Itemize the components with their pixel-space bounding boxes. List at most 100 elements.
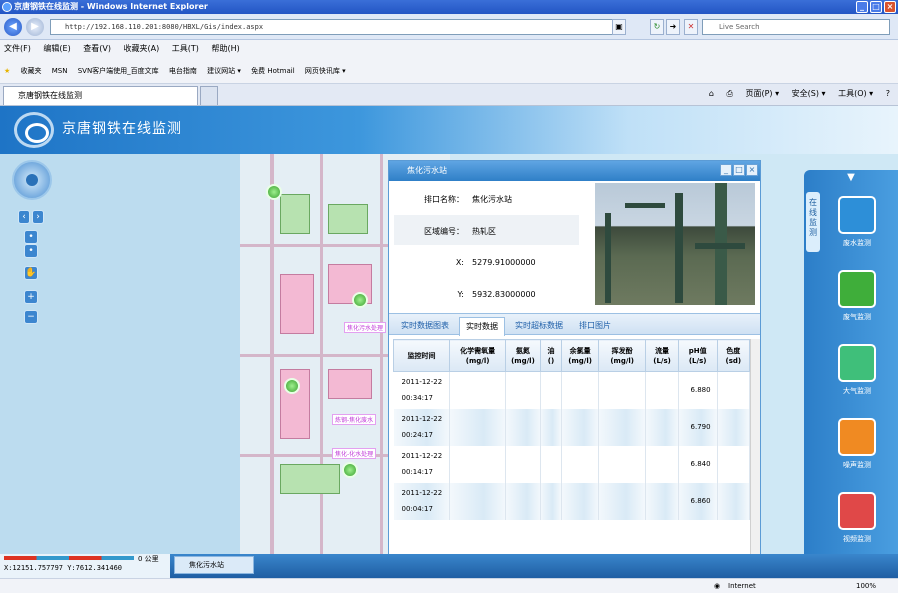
- go-icon[interactable]: ➜: [666, 19, 680, 35]
- pan-right-button[interactable]: ›: [32, 210, 44, 224]
- zoom-in-icon[interactable]: +: [24, 290, 38, 304]
- tab-bar: 京唐钢铁在线监测 ⌂ ⎙ 页面(P) ▾ 安全(S) ▾ 工具(O) ▾ ?: [0, 84, 898, 106]
- menu-view[interactable]: 查看(V): [83, 44, 111, 53]
- pan-hand-icon[interactable]: ✋: [24, 266, 38, 280]
- menu-help[interactable]: 帮助(H): [211, 44, 239, 53]
- collapse-arrow-icon[interactable]: ▼: [804, 170, 898, 186]
- tab-outlet-photo[interactable]: 排口图片: [573, 317, 617, 336]
- fav-radio[interactable]: 电台指南: [169, 67, 197, 75]
- star-icon: ★: [4, 67, 11, 75]
- minimize-button[interactable]: _: [856, 1, 868, 13]
- fav-webslice[interactable]: 网页快讯库 ▾: [305, 67, 346, 75]
- popup-minimize-button[interactable]: _: [720, 164, 732, 176]
- waste-gas-label[interactable]: 废气监测: [830, 312, 884, 322]
- ie-logo-icon: [2, 2, 12, 12]
- monitor-point-marker[interactable]: [352, 292, 368, 308]
- address-input[interactable]: http://192.168.110.201:8080/HBXL/Gis/ind…: [50, 19, 625, 35]
- app-header: 京唐钢铁在线监测: [0, 106, 898, 154]
- popup-close-button[interactable]: ×: [746, 164, 758, 176]
- internet-zone-icon: ◉: [714, 582, 721, 590]
- table-row[interactable]: 2011-12-22 00:14:17 6.840: [393, 445, 751, 483]
- zoom-level[interactable]: 100%: [856, 579, 876, 593]
- menu-file[interactable]: 文件(F): [4, 44, 31, 53]
- forward-button[interactable]: ▶: [26, 18, 44, 36]
- pan-control[interactable]: [12, 160, 52, 200]
- monitor-point-marker[interactable]: [266, 184, 282, 200]
- map-tag[interactable]: 炼钢-焦化废水: [332, 414, 377, 425]
- window-title-bar: 京唐钢铁在线监测 - Windows Internet Explorer _ □…: [0, 0, 898, 14]
- zoom-out-icon[interactable]: −: [24, 310, 38, 324]
- tab-current[interactable]: 京唐钢铁在线监测: [3, 86, 198, 105]
- table-row[interactable]: 2011-12-22 00:24:17 6.790: [393, 408, 751, 446]
- monitor-point-marker[interactable]: [284, 378, 300, 394]
- air-label[interactable]: 大气监测: [830, 386, 884, 396]
- waste-water-label[interactable]: 废水监测: [830, 238, 884, 248]
- menu-edit[interactable]: 编辑(E): [43, 44, 70, 53]
- search-input[interactable]: Live Search: [702, 19, 890, 35]
- page-menu[interactable]: 页面(P) ▾: [745, 89, 779, 98]
- fav-hotmail[interactable]: 免费 Hotmail: [251, 67, 295, 75]
- tab-realtime-chart[interactable]: 实时数据图表: [395, 317, 455, 336]
- menu-favorites[interactable]: 收藏夹(A): [124, 44, 160, 53]
- col-flow[interactable]: 流量 (L/s): [645, 339, 679, 372]
- factory-icon[interactable]: [838, 270, 876, 308]
- camera-icon[interactable]: [838, 492, 876, 530]
- fav-msn[interactable]: MSN: [52, 67, 68, 75]
- col-ammonia[interactable]: 氨氮 (mg/l): [505, 339, 541, 372]
- popup-title-bar[interactable]: 焦化污水站 _ □ ×: [389, 161, 760, 181]
- noise-label[interactable]: 噪声监测: [830, 460, 884, 470]
- water-drop-icon[interactable]: [838, 196, 876, 234]
- realtime-data-table: 监控时间 化学需氧量 (mg/l) 氨氮 (mg/l) 油() 余氯量 (mg/l) …: [392, 339, 751, 520]
- noise-wave-icon[interactable]: [838, 418, 876, 456]
- app-title: 京唐钢铁在线监测: [62, 121, 182, 137]
- monitoring-side-panel: ▼ 在线监测 废水监测 废气监测 大气监测 噪声监测 视频监测: [804, 170, 898, 580]
- zoom-out-small-button[interactable]: •: [24, 244, 38, 258]
- new-tab-button[interactable]: [200, 86, 218, 105]
- info-row-x: X: 5279.91000000: [455, 258, 536, 267]
- compat-view-icon[interactable]: ▣: [612, 19, 626, 35]
- back-button[interactable]: ◀: [4, 18, 22, 36]
- zoom-in-small-button[interactable]: •: [24, 230, 38, 244]
- popup-maximize-button[interactable]: □: [733, 164, 745, 176]
- table-row[interactable]: 2011-12-22 00:34:17 6.880: [393, 371, 751, 409]
- help-icon[interactable]: ?: [886, 89, 890, 98]
- col-color[interactable]: 色度 (sd): [716, 339, 751, 372]
- menu-tools[interactable]: 工具(T): [172, 44, 199, 53]
- favorites-bar: ★ 收藏夹 MSN SVN客户端使用_百度文库 电台指南 建议网站 ▾ 免费 H…: [0, 58, 898, 84]
- close-window-button[interactable]: ×: [884, 1, 896, 13]
- refresh-icon[interactable]: ↻: [650, 19, 664, 35]
- command-bar: ⌂ ⎙ 页面(P) ▾ 安全(S) ▾ 工具(O) ▾ ?: [699, 88, 890, 99]
- task-item-station[interactable]: 焦化污水站: [174, 556, 254, 574]
- maximize-button[interactable]: □: [870, 1, 882, 13]
- col-oil[interactable]: 油(): [539, 339, 563, 372]
- print-icon[interactable]: ⎙: [727, 89, 733, 98]
- map-tag[interactable]: 焦化污水处理: [344, 322, 387, 333]
- favorites-button[interactable]: 收藏夹: [21, 67, 42, 75]
- table-row[interactable]: 2011-12-22 00:04:17 6.860: [393, 482, 751, 520]
- monitor-point-marker[interactable]: [342, 462, 358, 478]
- map-tag[interactable]: 焦化-化水处理: [332, 448, 377, 459]
- tab-realtime-data[interactable]: 实时数据: [459, 317, 505, 336]
- side-tab-online[interactable]: 在线监测: [806, 192, 820, 252]
- home-icon[interactable]: ⌂: [709, 89, 714, 98]
- col-time[interactable]: 监控时间: [392, 339, 451, 372]
- fav-svn[interactable]: SVN客户端使用_百度文库: [78, 67, 159, 75]
- stop-icon[interactable]: ✕: [684, 19, 698, 35]
- menu-bar: 文件(F) 编辑(E) 查看(V) 收藏夹(A) 工具(T) 帮助(H): [0, 40, 898, 58]
- pan-left-button[interactable]: ‹: [18, 210, 30, 224]
- scale-bar: [4, 556, 134, 560]
- video-label[interactable]: 视频监测: [830, 534, 884, 544]
- table-scrollbar[interactable]: [750, 339, 760, 579]
- popup-title: 焦化污水站: [407, 166, 447, 175]
- col-phenol[interactable]: 挥发酚 (mg/l): [597, 339, 647, 372]
- tab-exceed-data[interactable]: 实时超标数据: [509, 317, 569, 336]
- tools-menu[interactable]: 工具(O) ▾: [838, 89, 873, 98]
- popup-tabs: 实时数据图表 实时数据 实时超标数据 排口图片: [389, 313, 760, 336]
- col-chlorine[interactable]: 余氯量 (mg/l): [561, 339, 599, 372]
- fav-suggested[interactable]: 建议网站 ▾: [207, 67, 241, 75]
- col-ph[interactable]: pH值 (L/s): [677, 339, 718, 372]
- cloud-icon[interactable]: [838, 344, 876, 382]
- address-toolbar: ◀ ▶ http://192.168.110.201:8080/HBXL/Gis…: [0, 14, 898, 40]
- safety-menu[interactable]: 安全(S) ▾: [792, 89, 826, 98]
- col-cod[interactable]: 化学需氧量 (mg/l): [449, 339, 507, 372]
